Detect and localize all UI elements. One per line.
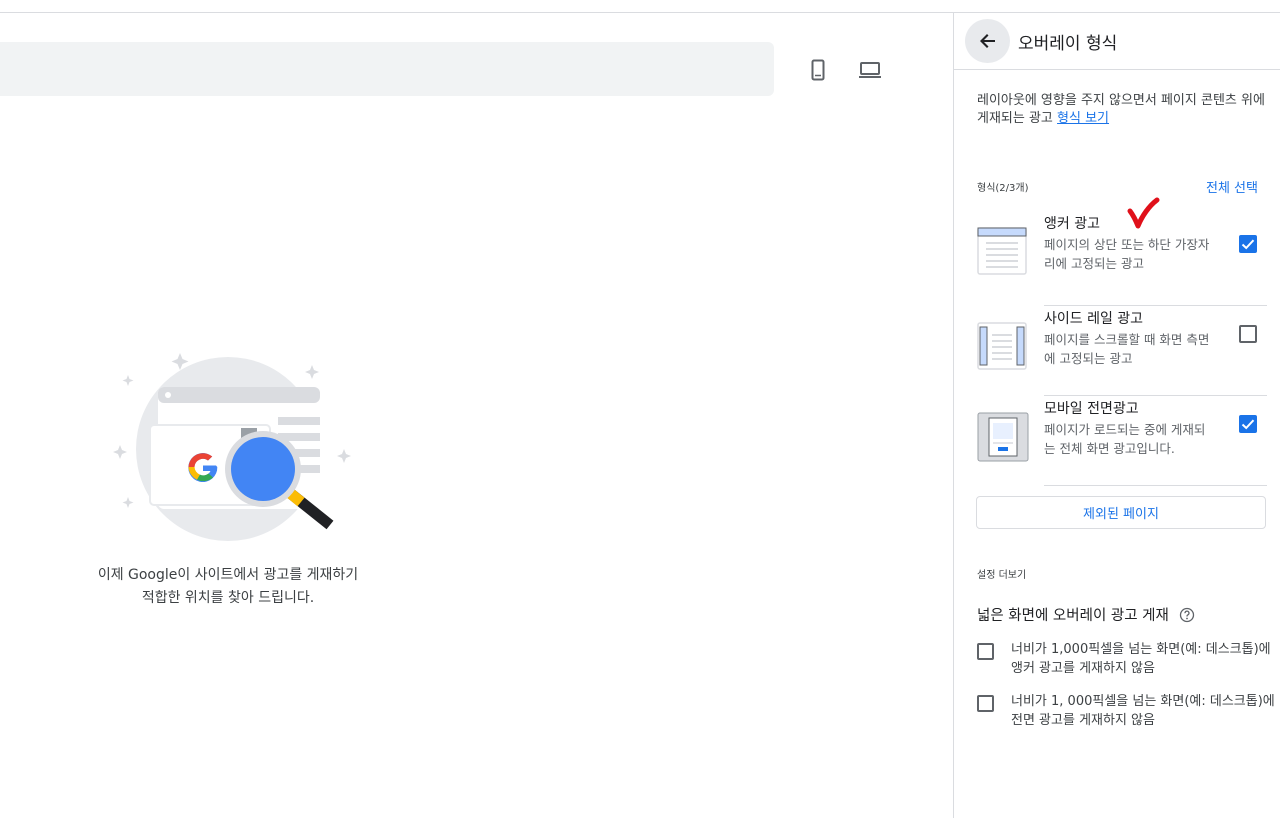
format-divider [1044, 395, 1267, 396]
format-description-line: 페이지가 로드되는 중에 게재되 [1044, 422, 1206, 437]
laptop-icon [859, 62, 881, 78]
format-checkbox-anchor[interactable] [1239, 235, 1257, 253]
format-divider [1044, 485, 1267, 486]
option-label: 너비가 1,000픽셀을 넘는 화면(예: 데스크톱)에 앵커 광고를 게재하지… [1011, 640, 1280, 678]
back-button[interactable] [965, 19, 1010, 63]
caption-line-1: 이제 Google이 사이트에서 광고를 게재하기 [97, 567, 359, 583]
wide-screen-section-title: 넓은 화면에 오버레이 광고 게재 [977, 604, 1195, 625]
view-formats-link[interactable]: 형식 보기 [1057, 111, 1109, 126]
panel-header: 오버레이 형식 [954, 13, 1280, 70]
option-label-line: 너비가 1,000픽셀을 넘는 화면(예: 데스크톱)에 [1011, 642, 1271, 657]
wide-screen-title-text: 넓은 화면에 오버레이 광고 게재 [977, 608, 1169, 624]
format-description: 페이지를 스크롤할 때 화면 측면 에 고정되는 광고 [1044, 330, 1236, 368]
anchor-ad-icon [977, 227, 1027, 275]
select-all-link[interactable]: 전체 선택 [1206, 177, 1258, 196]
checkmark-icon [1241, 419, 1255, 430]
format-item-side-rail: 사이드 레일 광고 페이지를 스크롤할 때 화면 측면 에 고정되는 광고 [954, 309, 1280, 399]
option-label-line: 앵커 광고를 게재하지 않음 [1011, 661, 1155, 676]
arrow-back-icon [979, 34, 995, 48]
vignette-ad-icon [977, 412, 1029, 462]
auto-ads-search-illustration [113, 353, 351, 541]
overlay-format-panel: 오버레이 형식 레이아웃에 영향을 주지 않으면서 페이지 콘텐츠 위에 게재되… [953, 13, 1280, 818]
format-checkbox-side-rail[interactable] [1239, 325, 1257, 343]
panel-title: 오버레이 형식 [1018, 34, 1118, 54]
format-item-vignette: 모바일 전면광고 페이지가 로드되는 중에 게재되 는 전체 화면 광고입니다. [954, 399, 1280, 489]
format-text: 사이드 레일 광고 페이지를 스크롤할 때 화면 측면 에 고정되는 광고 [1044, 309, 1236, 368]
red-annotation-checkmark [1127, 197, 1160, 229]
option-label-line: 전면 광고를 게재하지 않음 [1011, 713, 1155, 728]
format-description: 페이지의 상단 또는 하단 가장자 리에 고정되는 광고 [1044, 235, 1236, 273]
format-description-line: 리에 고정되는 광고 [1044, 256, 1144, 271]
preview-caption: 이제 Google이 사이트에서 광고를 게재하기 적합한 위치를 찾아 드립니… [60, 564, 396, 610]
preview-url-bar [0, 42, 774, 96]
format-checkbox-vignette[interactable] [1239, 415, 1257, 433]
excluded-pages-button[interactable]: 제외된 페이지 [976, 496, 1266, 529]
option-checkbox[interactable] [977, 695, 994, 712]
checkmark-icon [1241, 239, 1255, 250]
mobile-phone-icon [811, 59, 825, 81]
format-name: 모바일 전면광고 [1044, 401, 1139, 417]
caption-line-2: 적합한 위치를 찾아 드립니다. [141, 590, 315, 606]
option-label-line: 너비가 1, 000픽셀을 넘는 화면(예: 데스크톱)에 [1011, 694, 1275, 709]
formats-count-label: 형식(2/3개) [977, 183, 1029, 194]
format-text: 모바일 전면광고 페이지가 로드되는 중에 게재되 는 전체 화면 광고입니다. [1044, 399, 1236, 458]
format-description-line: 에 고정되는 광고 [1044, 351, 1133, 366]
format-description-line: 페이지의 상단 또는 하단 가장자 [1044, 237, 1210, 252]
mobile-preview-button[interactable] [804, 56, 832, 84]
format-name: 사이드 레일 광고 [1044, 311, 1144, 327]
description-text: 레이아웃에 영향을 주지 않으면서 페이지 콘텐츠 위에 게재되는 광고 [977, 93, 1265, 126]
more-settings-label: 설정 더보기 [977, 570, 1027, 581]
panel-description: 레이아웃에 영향을 주지 않으면서 페이지 콘텐츠 위에 게재되는 광고 형식 … [977, 92, 1275, 128]
format-description: 페이지가 로드되는 중에 게재되 는 전체 화면 광고입니다. [1044, 420, 1236, 458]
format-description-line: 페이지를 스크롤할 때 화면 측면 [1044, 332, 1210, 347]
option-checkbox[interactable] [977, 643, 994, 660]
format-item-anchor: 앵커 광고 페이지의 상단 또는 하단 가장자 리에 고정되는 광고 [954, 214, 1280, 306]
format-divider [1044, 305, 1267, 306]
option-label: 너비가 1, 000픽셀을 넘는 화면(예: 데스크톱)에 전면 광고를 게재하… [1011, 692, 1280, 730]
side-rail-ad-icon [977, 322, 1027, 370]
desktop-preview-button[interactable] [856, 56, 884, 84]
help-icon[interactable] [1179, 607, 1195, 623]
format-description-line: 는 전체 화면 광고입니다. [1044, 441, 1175, 456]
